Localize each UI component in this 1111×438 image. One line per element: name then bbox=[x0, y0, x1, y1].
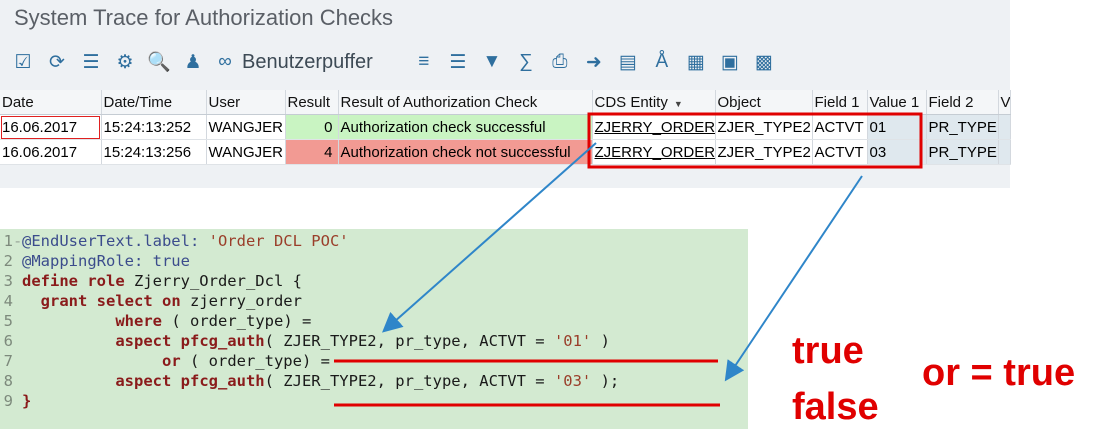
highlight-box bbox=[587, 112, 923, 169]
annotation-overlay bbox=[334, 112, 923, 407]
arrow-row1 bbox=[382, 142, 597, 333]
arrow-row2 bbox=[724, 175, 863, 382]
